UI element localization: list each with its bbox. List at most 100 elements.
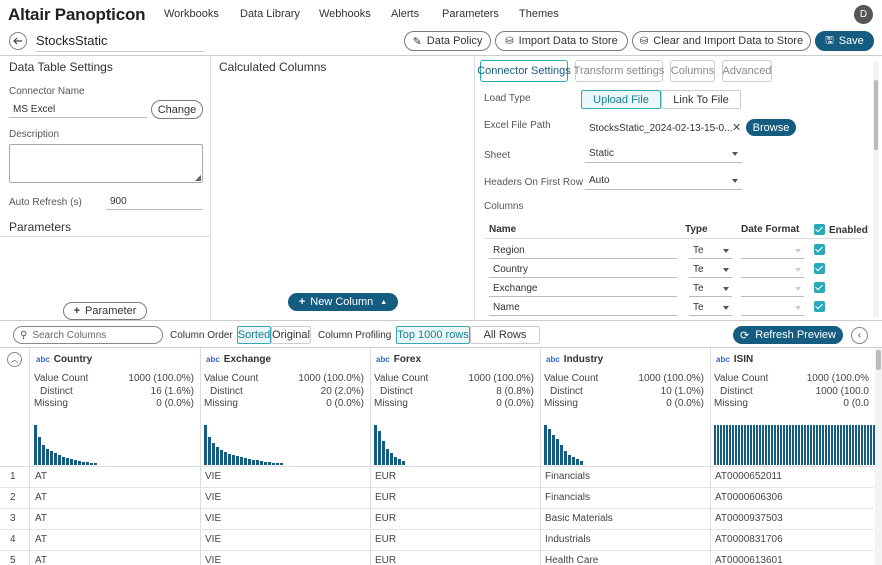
settings-scrollbar[interactable] <box>873 62 879 317</box>
collapse-panel-button[interactable]: ‹ <box>851 327 868 344</box>
table-row[interactable]: 2 AT VIE EUR Financials AT0000606306 <box>0 488 874 509</box>
sheet-select[interactable]: Static <box>585 146 742 163</box>
database-clear-icon: ⛁ <box>639 35 649 47</box>
top-rows-toggle[interactable]: Top 1000 rows <box>396 326 470 344</box>
import-button[interactable]: ⛁ Import Data to Store <box>495 31 628 51</box>
browse-button[interactable]: Browse <box>746 119 796 136</box>
column-name-input[interactable]: Exchange <box>489 281 677 297</box>
histogram-bar <box>759 425 761 465</box>
column-header[interactable]: abc ISIN <box>716 348 873 371</box>
plus-icon: + <box>298 296 306 308</box>
nav-parameters[interactable]: Parameters <box>442 8 499 20</box>
user-avatar[interactable]: D <box>854 5 873 24</box>
histogram-bar <box>729 425 731 465</box>
histogram-bar <box>750 425 752 465</box>
histogram-bar <box>224 452 227 465</box>
histogram-bar <box>816 425 818 465</box>
mid-divider <box>474 56 475 320</box>
sorted-toggle[interactable]: Sorted <box>237 326 271 344</box>
collapse-profile-button[interactable]: ︿ <box>7 352 22 367</box>
nav-workbooks[interactable]: Workbooks <box>164 8 219 20</box>
enabled-checkbox[interactable] <box>814 244 825 255</box>
histogram-bar <box>852 425 854 465</box>
original-toggle[interactable]: Original <box>271 326 311 344</box>
table-cell: AT0000613601 <box>715 555 783 565</box>
column-profiling-label: Column Profiling <box>318 330 392 341</box>
refresh-preview-button[interactable]: ⟳ Refresh Preview <box>733 326 843 344</box>
histogram-bar <box>548 429 551 465</box>
histogram-bar <box>244 458 247 465</box>
histogram-bar <box>726 425 728 465</box>
column-name-input[interactable]: Region <box>489 243 677 259</box>
scrollbar-thumb[interactable] <box>874 80 878 150</box>
column-type-select[interactable]: Te <box>689 300 732 316</box>
connector-name-label: Connector Name <box>9 86 85 97</box>
search-columns-input[interactable]: ⚲ Search Columns <box>13 326 163 344</box>
column-name-input[interactable]: Name <box>489 300 677 316</box>
upload-file-option[interactable]: Upload File <box>581 90 661 109</box>
all-rows-toggle[interactable]: All Rows <box>470 326 540 344</box>
column-type-select[interactable]: Te <box>689 281 732 297</box>
enabled-checkbox[interactable] <box>814 301 825 312</box>
histogram-bar <box>220 450 223 465</box>
data-policy-button[interactable]: ✎ Data Policy <box>404 31 491 51</box>
tab-transform-settings[interactable]: Transform settings <box>574 60 664 82</box>
column-header[interactable]: abc Exchange <box>206 348 368 371</box>
search-placeholder: Search Columns <box>32 329 107 341</box>
page-title[interactable]: StocksStatic <box>36 33 204 52</box>
enabled-all-checkbox[interactable] <box>814 224 825 235</box>
new-column-button[interactable]: + New Column ▲ <box>288 293 398 311</box>
description-field[interactable]: ◢ <box>9 144 203 183</box>
column-type-select[interactable]: Te <box>689 243 732 259</box>
table-row[interactable]: 5 AT VIE EUR Health Care AT0000613601 <box>0 551 874 565</box>
tab-columns[interactable]: Columns <box>670 60 715 82</box>
save-button[interactable]: 🖫 Save <box>815 31 874 51</box>
nav-alerts[interactable]: Alerts <box>391 8 419 20</box>
add-parameter-button[interactable]: + Parameter <box>63 302 147 320</box>
date-format-select[interactable] <box>741 243 804 259</box>
tab-advanced[interactable]: Advanced <box>722 60 772 82</box>
table-row[interactable]: 1 AT VIE EUR Financials AT0000652011 <box>0 467 874 488</box>
chevron-down-icon <box>795 268 801 272</box>
headers-select[interactable]: Auto <box>585 173 742 190</box>
change-connector-button[interactable]: Change <box>151 100 203 119</box>
nav-webhooks[interactable]: Webhooks <box>319 8 371 20</box>
histogram-bar <box>580 461 583 465</box>
back-button[interactable] <box>9 32 27 50</box>
column-order-label: Column Order <box>170 330 233 341</box>
enabled-checkbox[interactable] <box>814 263 825 274</box>
column-header-name: Industry <box>563 354 604 365</box>
histogram-bar <box>834 425 836 465</box>
table-cell: AT <box>35 555 48 565</box>
table-cell: VIE <box>205 471 222 482</box>
histogram-bar <box>813 425 815 465</box>
clear-import-button[interactable]: ⛁ Clear and Import Data to Store <box>632 31 811 51</box>
enabled-checkbox[interactable] <box>814 282 825 293</box>
column-name-input[interactable]: Country <box>489 262 677 278</box>
column-header[interactable]: abc Industry <box>546 348 708 371</box>
value-count: 1000 (100.0%) <box>128 373 194 384</box>
date-format-select[interactable] <box>741 262 804 278</box>
table-row[interactable]: 4 AT VIE EUR Industrials AT0000831706 <box>0 530 874 551</box>
nav-data-library[interactable]: Data Library <box>240 8 300 20</box>
table-row[interactable]: 3 AT VIE EUR Basic Materials AT0000937503 <box>0 509 874 530</box>
histogram-bar <box>66 458 69 465</box>
date-format-select[interactable] <box>741 300 804 316</box>
clear-file-icon[interactable]: ✕ <box>732 121 741 134</box>
histogram-bar <box>82 462 85 465</box>
column-header[interactable]: abc Country <box>36 348 198 371</box>
nav-themes[interactable]: Themes <box>519 8 559 20</box>
link-to-file-option[interactable]: Link To File <box>661 90 741 109</box>
grid-scrollbar[interactable] <box>875 348 882 565</box>
histogram-bar <box>837 425 839 465</box>
scrollbar-thumb[interactable] <box>876 350 881 370</box>
tab-connector-settings[interactable]: Connector Settings <box>477 60 571 82</box>
description-label: Description <box>9 129 60 140</box>
auto-refresh-input[interactable]: 900 <box>106 194 203 210</box>
date-format-select[interactable] <box>741 281 804 297</box>
chevron-down-icon <box>723 268 729 272</box>
column-type-select[interactable]: Te <box>689 262 732 278</box>
histogram-bar <box>94 463 97 465</box>
column-histogram <box>544 424 706 465</box>
column-header[interactable]: abc Forex <box>376 348 538 371</box>
